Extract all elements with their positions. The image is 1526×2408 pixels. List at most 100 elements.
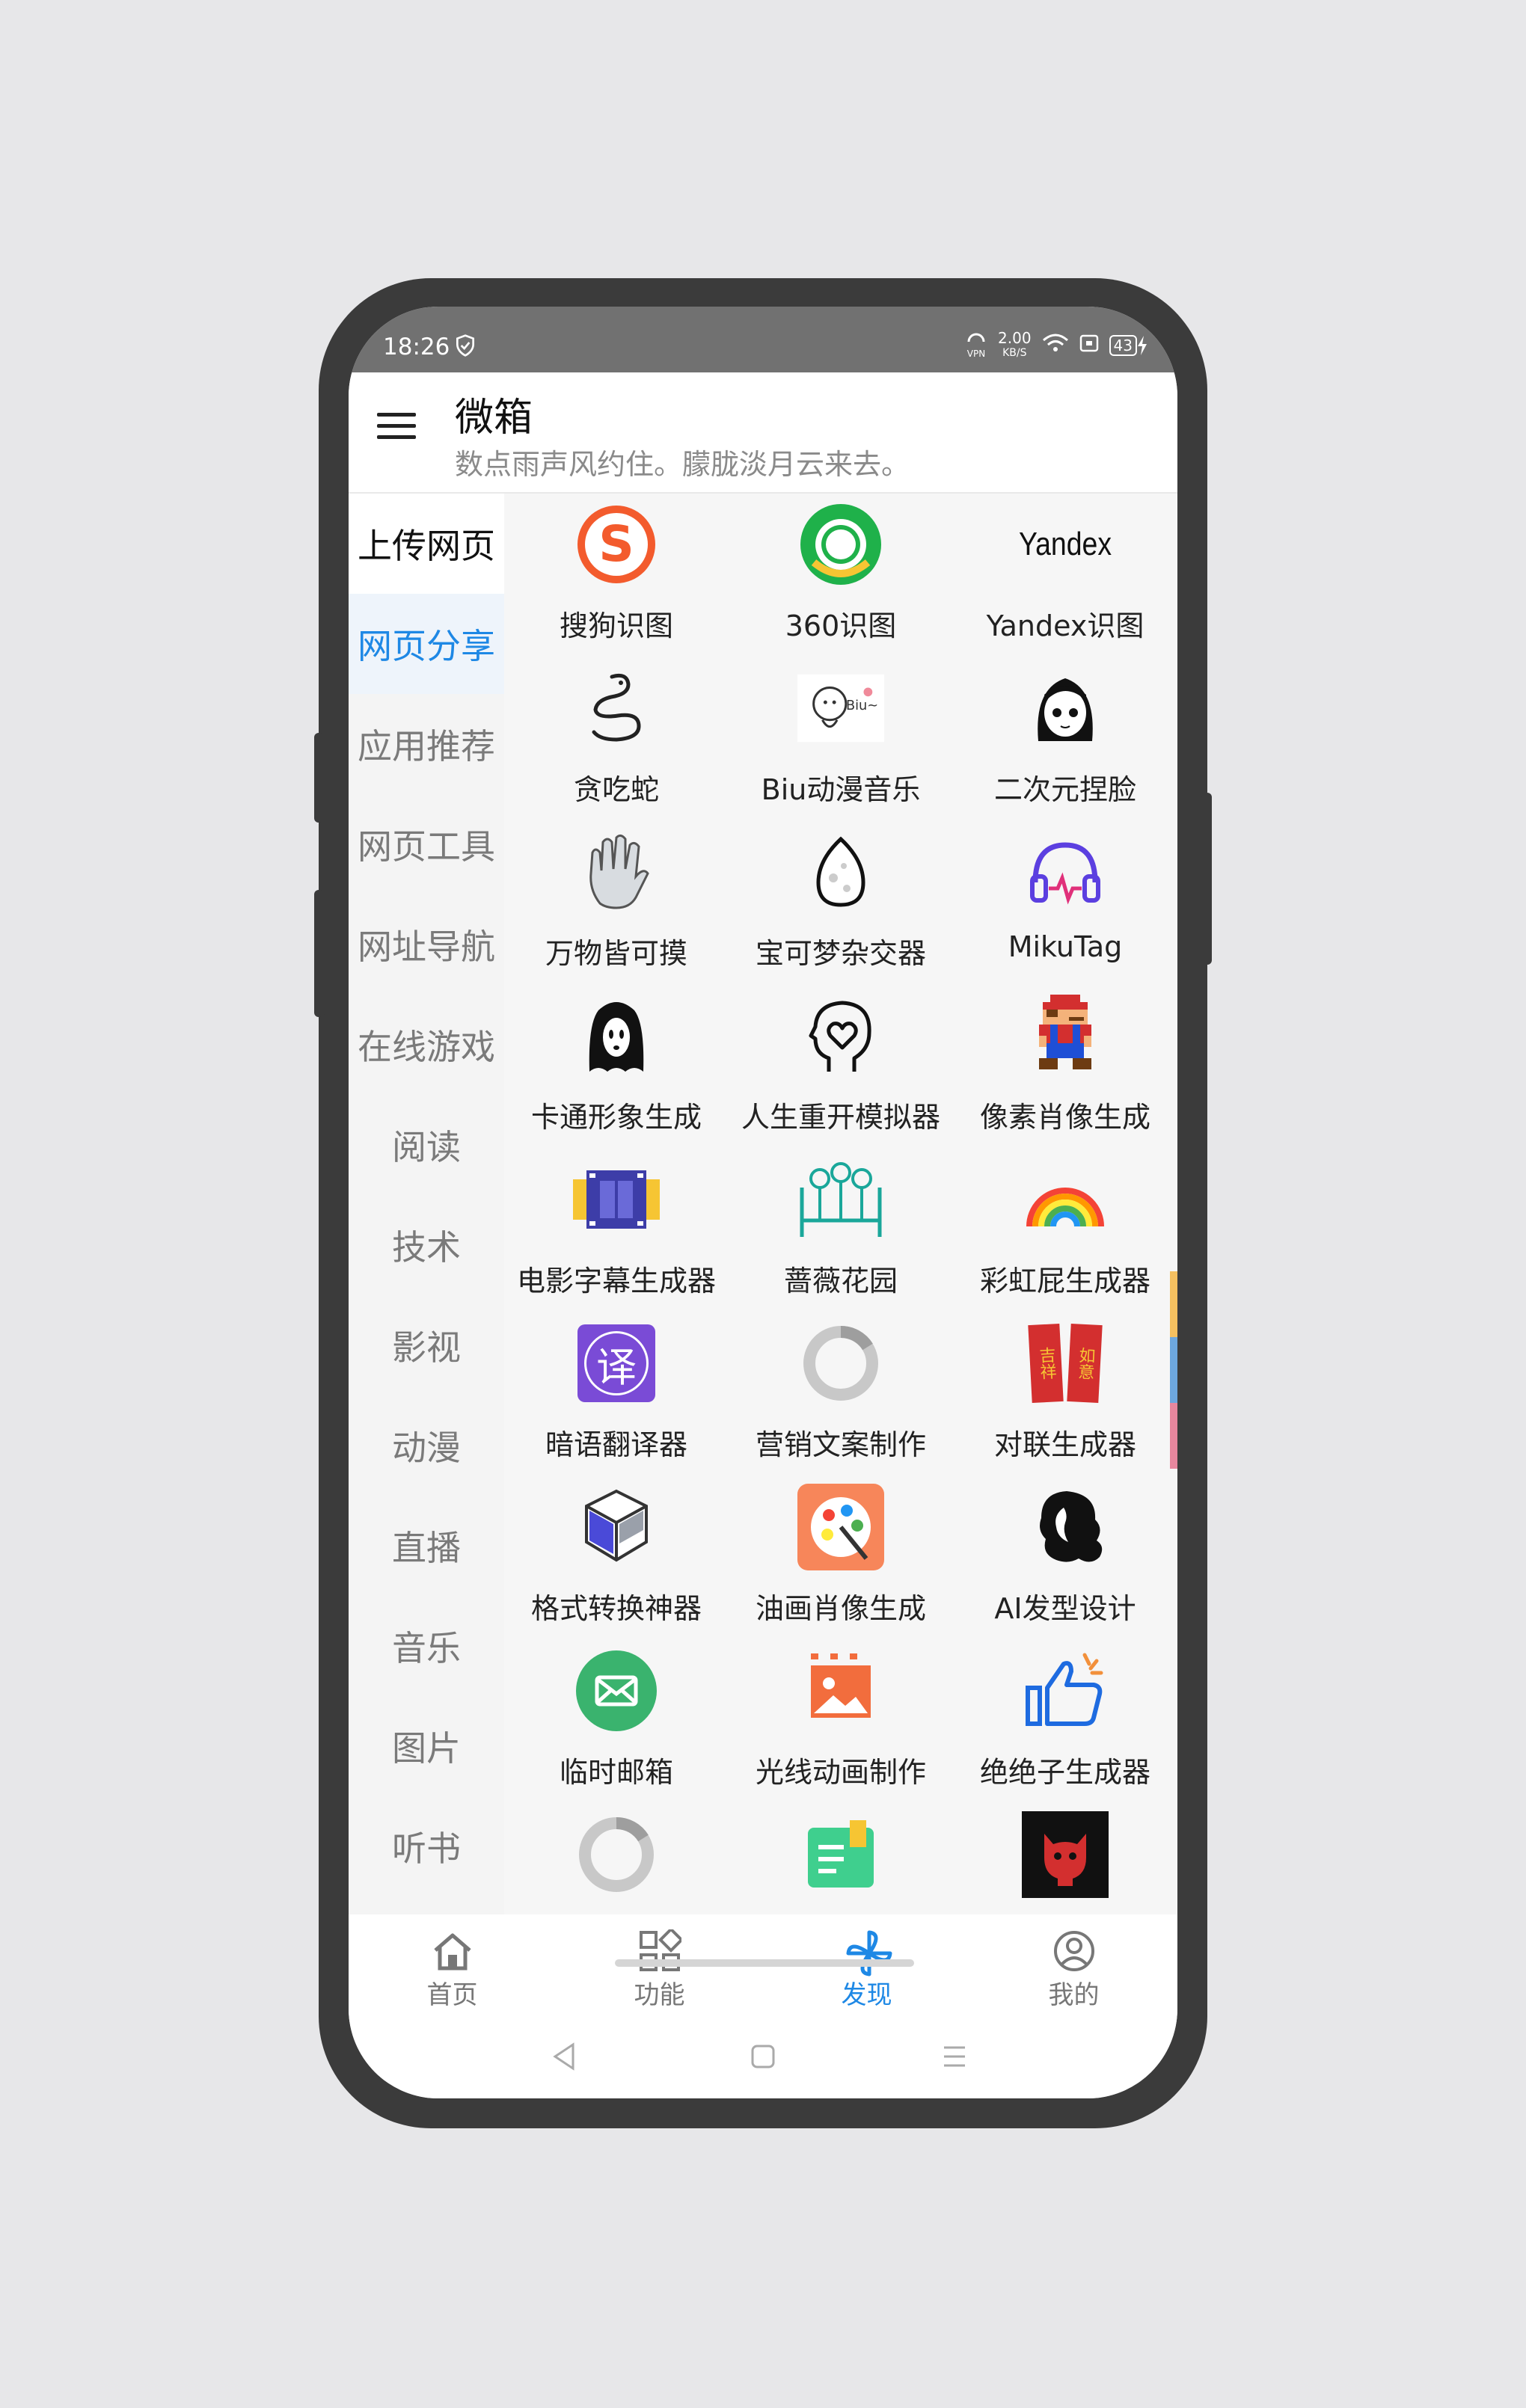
grid-item-label: 360识图 [785, 609, 897, 642]
couplet-right-text: 如意 [1074, 1346, 1096, 1380]
ring-icon [797, 1320, 884, 1407]
grid-item-secret-translate[interactable]: 译 暗语翻译器 [504, 1312, 729, 1477]
grid-item-label: 卡通形象生成 [530, 1101, 702, 1134]
grid-item-label: 人生重开模拟器 [741, 1101, 940, 1134]
couplet-right: 如意 [1067, 1323, 1103, 1404]
image-anim-icon [797, 1647, 884, 1734]
grid-item-pixel[interactable]: 像素肖像生成 [953, 985, 1177, 1149]
tab-discover[interactable]: 发现 [763, 1914, 970, 2019]
thumbs-up-icon [1022, 1647, 1109, 1734]
speed-value: 2.00 [998, 329, 1032, 347]
sidebar-item-video[interactable]: 影视 [349, 1295, 504, 1395]
grid-item-jue[interactable]: 绝绝子生成器 [953, 1640, 1177, 1805]
grid-item-partial[interactable] [504, 1804, 729, 1914]
category-sidebar: 上传网页 网页分享 应用推荐 网页工具 网址导航 在线游戏 阅读 技术 影视 动… [349, 494, 504, 1914]
grid-item-subtitle[interactable]: 电影字幕生成器 [504, 1149, 729, 1313]
anime-face-icon [1022, 665, 1109, 752]
grid-item-couplet[interactable]: 吉祥 如意 对联生成器 [953, 1312, 1177, 1477]
grid-item-anime-face[interactable]: 二次元捏脸 [953, 657, 1177, 822]
home-button-icon[interactable] [750, 2042, 776, 2079]
vpn-icon: VPN [965, 333, 987, 359]
sidebar-item-reading[interactable]: 阅读 [349, 1095, 504, 1195]
snake-icon [573, 665, 660, 752]
sidebar-item-label: 技术 [392, 1227, 461, 1268]
sidebar-item-label: 音乐 [392, 1628, 461, 1668]
bottom-nav: 首页 功能 发现 我的 [349, 1914, 1177, 2019]
couplet-icon: 吉祥 如意 [1022, 1320, 1109, 1407]
grid-item-label: 贪吃蛇 [573, 773, 659, 806]
side-indicator [1170, 1403, 1177, 1469]
sidebar-item-nav[interactable]: 网址导航 [349, 894, 504, 995]
menu-icon[interactable] [377, 413, 416, 440]
grid-item-label: 营销文案制作 [755, 1428, 926, 1461]
sidebar-item-music[interactable]: 音乐 [349, 1596, 504, 1696]
sidebar-item-tech[interactable]: 技术 [349, 1195, 504, 1295]
status-bar: 18:26 VPN 2.00 KB/S 43 [349, 307, 1177, 372]
grid-item-cartoon[interactable]: 卡通形象生成 [504, 985, 729, 1149]
tab-label: 首页 [426, 1980, 478, 2010]
sidebar-item-anime[interactable]: 动漫 [349, 1395, 504, 1496]
svg-text:S: S [598, 515, 634, 573]
grid-item-partial[interactable] [953, 1804, 1177, 1914]
grid-item-biu[interactable]: Biu~ Biu动漫音乐 [729, 657, 953, 822]
app-header: 微箱 数点雨声风约住。朦胧淡月云来去。 [349, 372, 1177, 494]
sidebar-item-upload[interactable]: 上传网页 [349, 494, 504, 594]
tab-home[interactable]: 首页 [349, 1914, 556, 2019]
grid-item-partial[interactable] [729, 1804, 953, 1914]
grid-item-format[interactable]: 格式转换神器 [504, 1476, 729, 1641]
grid-item-label: Biu动漫音乐 [761, 773, 921, 806]
grid-item-yandex[interactable]: Yandex Yandex识图 [953, 494, 1177, 658]
side-indicator [1170, 1271, 1177, 1337]
mail-icon [573, 1647, 660, 1734]
couplet-left-text: 吉祥 [1035, 1346, 1057, 1380]
sidebar-item-label: 网页分享 [358, 626, 495, 666]
sidebar-item-share[interactable]: 网页分享 [349, 594, 504, 694]
grid-item-sogou[interactable]: S 搜狗识图 [504, 494, 729, 658]
grid-item-label: 光线动画制作 [755, 1756, 926, 1789]
head-heart-icon [797, 992, 884, 1079]
sidebar-item-label: 应用推荐 [358, 726, 495, 767]
grid-item-life-sim[interactable]: 人生重开模拟器 [729, 985, 953, 1149]
grid-item-light-anim[interactable]: 光线动画制作 [729, 1640, 953, 1805]
biu-logo-text: Biu~ [846, 698, 878, 713]
grid-item-hair[interactable]: AI发型设计 [953, 1476, 1177, 1641]
grid-item-360[interactable]: 360识图 [729, 494, 953, 658]
back-icon[interactable] [551, 2042, 577, 2079]
palette-icon [797, 1484, 884, 1570]
sidebar-item-audiobook[interactable]: 听书 [349, 1796, 504, 1896]
grid-item-touch[interactable]: 万物皆可摸 [504, 821, 729, 986]
cat-devil-icon [1022, 1811, 1109, 1898]
network-speed: 2.00 KB/S [998, 331, 1032, 360]
sidebar-item-label: 听书 [392, 1828, 461, 1869]
sidebar-item-live[interactable]: 直播 [349, 1496, 504, 1596]
ring-icon [573, 1811, 660, 1898]
tab-features[interactable]: 功能 [556, 1914, 763, 2019]
grid-item-marketing[interactable]: 营销文案制作 [729, 1312, 953, 1477]
grid-item-label: 宝可梦杂交器 [755, 937, 926, 970]
grid-item-garden[interactable]: 蔷薇花园 [729, 1149, 953, 1313]
grid-item-label: 蔷薇花园 [783, 1265, 898, 1297]
grid-item-temp-mail[interactable]: 临时邮箱 [504, 1640, 729, 1805]
battery-level: 43 [1109, 335, 1137, 356]
tab-profile[interactable]: 我的 [970, 1914, 1177, 2019]
grid-item-snake[interactable]: 贪吃蛇 [504, 657, 729, 822]
grid-item-rainbow[interactable]: 彩虹屁生成器 [953, 1149, 1177, 1313]
speed-unit: KB/S [1002, 347, 1027, 359]
home-indicator[interactable] [615, 1959, 914, 1967]
profile-icon [1052, 1929, 1096, 1973]
sidebar-item-apps[interactable]: 应用推荐 [349, 694, 504, 794]
yandex-icon: Yandex [990, 501, 1140, 588]
grid-item-label: 像素肖像生成 [979, 1101, 1150, 1134]
sidebar-item-label: 图片 [392, 1728, 461, 1769]
grid-item-label: 暗语翻译器 [545, 1428, 687, 1461]
grid-item-pokemon[interactable]: 宝可梦杂交器 [729, 821, 953, 986]
sidebar-item-tools[interactable]: 网页工具 [349, 794, 504, 894]
cube-icon [573, 1484, 660, 1570]
egg-icon [797, 829, 884, 915]
grid-item-mikutag[interactable]: MikuTag [953, 821, 1177, 986]
recents-icon[interactable] [941, 2042, 968, 2079]
sidebar-item-games[interactable]: 在线游戏 [349, 995, 504, 1095]
sidebar-item-images[interactable]: 图片 [349, 1696, 504, 1796]
grid-item-oil[interactable]: 油画肖像生成 [729, 1476, 953, 1641]
couplet-left: 吉祥 [1028, 1323, 1064, 1404]
